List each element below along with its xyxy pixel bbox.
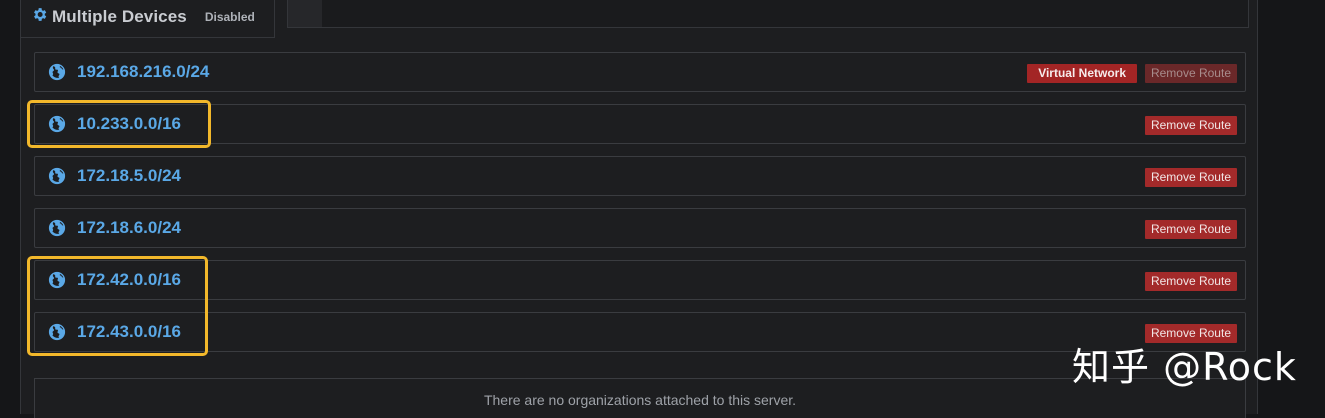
globe-icon: [48, 115, 66, 133]
panel-tab[interactable]: [288, 0, 322, 27]
route-network: 10.233.0.0/16: [77, 114, 181, 133]
remove-route-button[interactable]: Remove Route: [1144, 116, 1237, 135]
remove-route-button[interactable]: Remove Route: [1144, 64, 1237, 83]
watermark: 知乎 @Rock: [1072, 345, 1297, 389]
organizations-empty-message: There are no organizations attached to t…: [483, 392, 797, 408]
remove-route-button[interactable]: Remove Route: [1144, 272, 1237, 291]
virtual-network-button[interactable]: Virtual Network: [1027, 64, 1137, 83]
route-network: 172.42.0.0/16: [77, 270, 181, 289]
gear-icon: [31, 6, 48, 28]
globe-icon: [48, 167, 66, 185]
globe-icon: [48, 271, 66, 289]
route-row: 172.43.0.0/16 Remove Route: [34, 312, 1246, 352]
route-row: 172.42.0.0/16 Remove Route: [34, 260, 1246, 300]
remove-route-button[interactable]: Remove Route: [1144, 168, 1237, 187]
route-network: 172.43.0.0/16: [77, 322, 181, 341]
server-header: Multiple Devices Disabled: [31, 6, 255, 28]
route-row: 192.168.216.0/24 Virtual Network Remove Ro…: [34, 52, 1246, 92]
remove-route-button[interactable]: Remove Route: [1144, 220, 1237, 239]
status-badge: Disabled: [204, 10, 255, 24]
organizations-box: There are no organizations attached to t…: [34, 378, 1246, 418]
route-row: 172.18.5.0/24 Remove Route: [34, 156, 1246, 196]
route-network: 172.18.6.0/24: [77, 218, 181, 237]
server-title: Multiple Devices: [52, 7, 187, 26]
globe-icon: [48, 323, 66, 341]
server-info-panel: [287, 0, 1249, 28]
route-row: 10.233.0.0/16 Remove Route: [34, 104, 1246, 144]
globe-icon: [48, 63, 66, 81]
route-row: 172.18.6.0/24 Remove Route: [34, 208, 1246, 248]
route-network: 172.18.5.0/24: [77, 166, 181, 185]
globe-icon: [48, 219, 66, 237]
route-network: 192.168.216.0/24: [77, 62, 210, 81]
